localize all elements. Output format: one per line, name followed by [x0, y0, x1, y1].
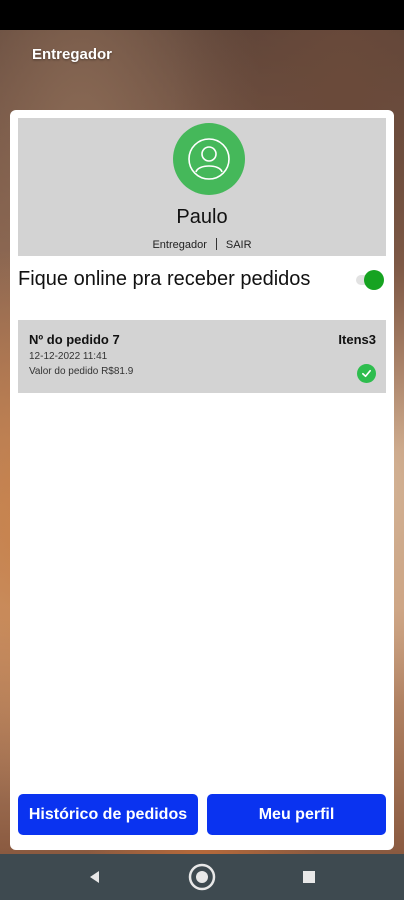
home-circle-icon: [188, 863, 216, 891]
order-datetime: 12-12-2022 11:41: [29, 351, 108, 362]
my-profile-button[interactable]: Meu perfil: [207, 794, 386, 835]
back-triangle-icon: [90, 871, 99, 883]
back-button[interactable]: [65, 854, 125, 900]
order-history-button[interactable]: Histórico de pedidos: [18, 794, 198, 835]
divider: [215, 238, 217, 250]
toggle-thumb: [364, 270, 384, 290]
order-value: Valor do pedido R$81.9: [29, 366, 134, 377]
home-button[interactable]: [172, 854, 232, 900]
recent-square-icon: [303, 871, 315, 883]
user-name: Paulo: [176, 206, 228, 228]
avatar: [173, 123, 245, 195]
profile-header: Paulo Entregador SAIR: [18, 118, 386, 256]
online-label: Fique online pra receber pedidos: [18, 268, 311, 290]
android-nav-bar: [0, 854, 404, 900]
order-items: Itens3: [338, 332, 376, 347]
logout-link[interactable]: SAIR: [226, 239, 252, 251]
order-number: Nº do pedido 7: [29, 332, 120, 347]
user-icon: [188, 138, 230, 180]
user-role: Entregador: [152, 239, 207, 251]
online-toggle[interactable]: [352, 270, 384, 290]
app-title: Entregador: [32, 46, 113, 63]
online-row: Fique online pra receber pedidos: [18, 268, 386, 298]
recent-apps-button[interactable]: [279, 854, 339, 900]
main-card: Paulo Entregador SAIR Fique online pra re…: [10, 110, 394, 850]
order-card[interactable]: Nº do pedido 7 Itens3 12-12-2022 11:41 V…: [18, 320, 386, 393]
check-icon: [357, 364, 376, 383]
status-bar: [0, 0, 404, 30]
role-line: Entregador SAIR: [18, 238, 386, 251]
